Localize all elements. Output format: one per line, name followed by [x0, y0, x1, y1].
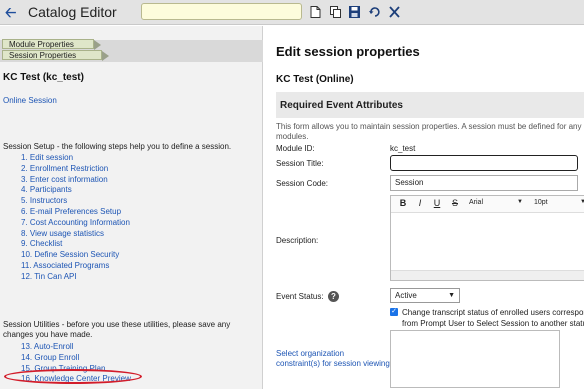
title-input[interactable]	[141, 3, 302, 20]
course-title: KC Test (kc_test)	[3, 72, 84, 83]
session-navigation-pane: Module Properties Session Properties KC …	[0, 26, 263, 389]
tab-arrow-icon	[102, 51, 109, 61]
chevron-down-icon: ▼	[580, 199, 584, 205]
strikethrough-button[interactable]: S	[449, 198, 461, 208]
copy-icon[interactable]	[328, 4, 342, 20]
font-family-value: Arial	[469, 199, 484, 206]
session-heading: KC Test (Online)	[276, 74, 354, 85]
section-title: Required Event Attributes	[280, 100, 403, 111]
form-help-text-continued: modules.	[276, 132, 309, 141]
chevron-down-icon: ▼	[517, 199, 523, 205]
app-title: Catalog Editor	[28, 4, 117, 20]
page-title: Edit session properties	[276, 44, 420, 59]
step-enrollment-restriction[interactable]: 2. Enrollment Restriction	[21, 164, 130, 175]
bold-button[interactable]: B	[397, 198, 409, 208]
editor-toolbar: B I U S Arial ▼ 10pt ▼	[391, 196, 584, 213]
save-icon[interactable]	[347, 4, 361, 20]
description-editor[interactable]: B I U S Arial ▼ 10pt ▼	[390, 195, 584, 281]
step-cost-accounting[interactable]: 7. Cost Accounting Information	[21, 218, 130, 229]
module-id-label: Module ID:	[276, 144, 315, 153]
tab-session-properties-label: Session Properties	[9, 51, 77, 60]
step-checklist[interactable]: 9. Checklist	[21, 239, 130, 250]
back-arrow-icon[interactable]: 🡠	[5, 4, 16, 20]
help-icon[interactable]: ?	[328, 291, 339, 302]
transcript-status-line-1: Change transcript status of enrolled use…	[402, 308, 584, 317]
online-session-link[interactable]: Online Session	[3, 96, 57, 105]
tab-arrow-icon	[94, 40, 101, 50]
step-associated-programs[interactable]: 11. Associated Programs	[21, 261, 130, 272]
org-constraint-link[interactable]: Select organization constraint(s) for se…	[276, 349, 390, 369]
excel-icon[interactable]	[387, 4, 401, 20]
form-help-text: This form allows you to maintain session…	[276, 122, 584, 131]
session-code-label: Session Code:	[276, 179, 329, 188]
org-constraint-link-line-1: Select organization	[276, 349, 345, 358]
session-title-input[interactable]	[390, 155, 578, 171]
step-tin-can-api[interactable]: 12. Tin Can API	[21, 272, 130, 283]
transcript-status-checkbox[interactable]: ✓	[390, 308, 398, 316]
undo-icon[interactable]	[367, 4, 381, 20]
step-email-preferences[interactable]: 6. E-mail Preferences Setup	[21, 207, 130, 218]
module-id-value: kc_test	[390, 144, 416, 153]
util-group-enroll[interactable]: 14. Group Enroll	[21, 353, 131, 364]
font-family-select[interactable]: Arial ▼	[469, 199, 525, 206]
org-constraint-box[interactable]	[390, 330, 560, 388]
step-session-security[interactable]: 10. Define Session Security	[21, 250, 130, 261]
step-participants[interactable]: 4. Participants	[21, 185, 130, 196]
font-size-value: 10pt	[534, 199, 548, 206]
tab-session-properties[interactable]: Session Properties	[2, 50, 109, 61]
description-label: Description:	[276, 236, 319, 245]
new-document-icon[interactable]	[308, 4, 322, 20]
session-properties-form: Edit session properties KC Test (Online)…	[264, 26, 584, 389]
tab-module-properties-label: Module Properties	[9, 40, 74, 49]
step-enter-cost-information[interactable]: 3. Enter cost information	[21, 175, 130, 186]
transcript-status-line-2: from Prompt User to Select Session to an…	[402, 319, 584, 328]
editor-footer	[391, 270, 584, 280]
step-edit-session[interactable]: 1. Edit session	[21, 153, 130, 164]
event-status-value: Active	[395, 291, 417, 300]
session-setup-text: Session Setup - the following steps help…	[3, 142, 232, 151]
italic-button[interactable]: I	[414, 198, 426, 208]
highlight-annotation	[4, 369, 142, 384]
chevron-down-icon: ▼	[448, 292, 455, 299]
title-bar: 🡠 Catalog Editor	[0, 0, 584, 25]
step-usage-statistics[interactable]: 8. View usage statistics	[21, 229, 130, 240]
session-utilities-text: Session Utilities - before you use these…	[3, 320, 231, 339]
util-auto-enroll[interactable]: 13. Auto-Enroll	[21, 342, 131, 353]
session-title-label: Session Title:	[276, 159, 324, 168]
event-status-label: Event Status:	[276, 292, 324, 301]
org-constraint-link-line-2: constraint(s) for session viewing	[276, 359, 390, 368]
transcript-status-label: Change transcript status of enrolled use…	[402, 307, 584, 329]
setup-steps-list: 1. Edit session 2. Enrollment Restrictio…	[21, 153, 130, 283]
tab-module-properties[interactable]: Module Properties	[2, 39, 101, 50]
step-instructors[interactable]: 5. Instructors	[21, 196, 130, 207]
session-code-input[interactable]: Session	[390, 175, 578, 191]
underline-button[interactable]: U	[431, 198, 443, 208]
event-status-select[interactable]: Active ▼	[390, 288, 460, 303]
font-size-select[interactable]: 10pt ▼	[534, 199, 584, 206]
